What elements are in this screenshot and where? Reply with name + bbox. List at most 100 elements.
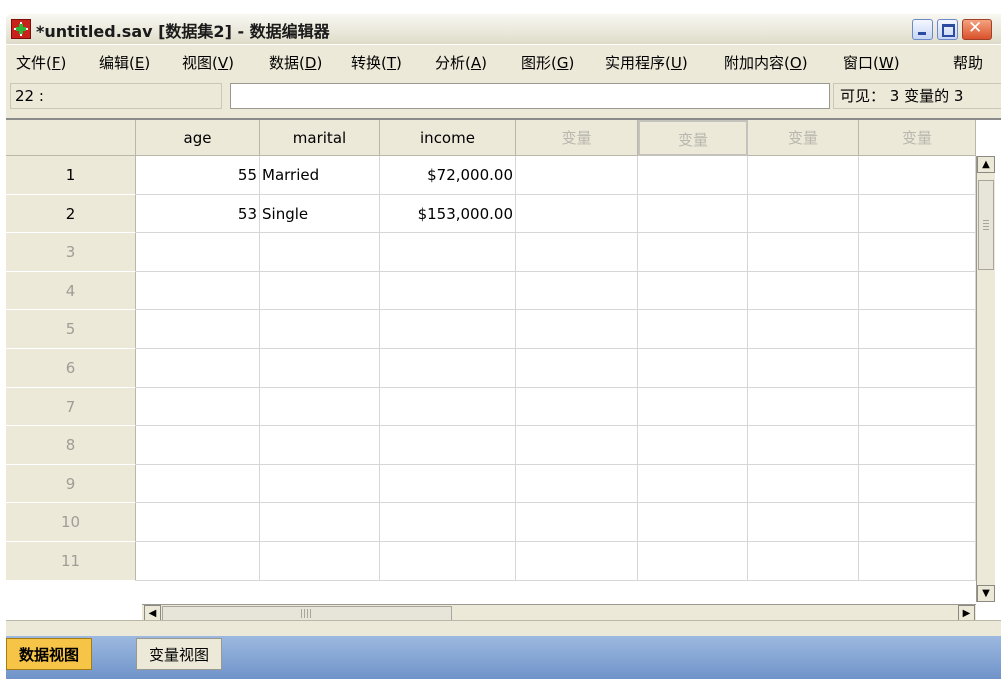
- menu-file[interactable]: 文件(F): [16, 52, 66, 73]
- close-button[interactable]: ✕: [962, 18, 992, 40]
- cell-marital[interactable]: [260, 503, 380, 542]
- cell-marital[interactable]: [260, 464, 380, 504]
- cell-empty[interactable]: [859, 464, 976, 504]
- cell-empty[interactable]: [638, 426, 748, 465]
- cell-empty[interactable]: [748, 426, 859, 465]
- cell-empty[interactable]: [638, 271, 748, 311]
- vertical-scrollbar[interactable]: ▲ ▼: [976, 156, 995, 602]
- cell-empty[interactable]: [516, 349, 638, 388]
- cell-income[interactable]: [380, 464, 516, 504]
- cell-marital[interactable]: [260, 271, 380, 311]
- menu-addons[interactable]: 附加内容(O): [724, 52, 808, 73]
- cell-empty[interactable]: [748, 156, 859, 195]
- cell-empty[interactable]: [638, 349, 748, 388]
- cell-empty[interactable]: [748, 271, 859, 311]
- cell-empty[interactable]: [516, 271, 638, 311]
- cell-empty[interactable]: [859, 310, 976, 349]
- cell-age[interactable]: [136, 310, 260, 349]
- cell-empty[interactable]: [516, 503, 638, 542]
- cell-marital[interactable]: [260, 349, 380, 388]
- row-header[interactable]: 4: [6, 271, 136, 311]
- menu-utilities[interactable]: 实用程序(U): [605, 52, 688, 73]
- grid-corner[interactable]: [6, 120, 136, 156]
- cell-empty[interactable]: [516, 542, 638, 581]
- column-header-empty-variable[interactable]: 变量: [748, 120, 859, 156]
- menu-window[interactable]: 窗口(W): [843, 52, 900, 73]
- cell-empty[interactable]: [748, 387, 859, 427]
- cell-empty[interactable]: [638, 156, 748, 195]
- cell-empty[interactable]: [638, 503, 748, 542]
- cell-empty[interactable]: [859, 194, 976, 234]
- cell-age[interactable]: [136, 387, 260, 427]
- column-header-empty-variable[interactable]: 变量: [859, 120, 976, 156]
- cell-empty[interactable]: [859, 233, 976, 272]
- cell-empty[interactable]: [638, 194, 748, 234]
- cell-empty[interactable]: [748, 349, 859, 388]
- cell-empty[interactable]: [748, 233, 859, 272]
- tab-data-view[interactable]: 数据视图: [6, 638, 93, 670]
- row-header[interactable]: 8: [6, 426, 136, 465]
- cell-empty[interactable]: [516, 464, 638, 504]
- cell-empty[interactable]: [516, 194, 638, 234]
- cell-marital[interactable]: [260, 542, 380, 581]
- cell-marital[interactable]: [260, 310, 380, 349]
- cell-empty[interactable]: [638, 310, 748, 349]
- cell-empty[interactable]: [638, 542, 748, 581]
- row-header[interactable]: 2: [6, 194, 136, 234]
- cell-age[interactable]: [136, 349, 260, 388]
- title-bar[interactable]: *untitled.sav [数据集2] - 数据编辑器 ✕: [6, 14, 1001, 44]
- cell-empty[interactable]: [748, 194, 859, 234]
- cell-empty[interactable]: [859, 542, 976, 581]
- row-header[interactable]: 6: [6, 349, 136, 388]
- cell-empty[interactable]: [859, 156, 976, 195]
- cell-marital[interactable]: [260, 233, 380, 272]
- cell-age[interactable]: [136, 426, 260, 465]
- scroll-down-button[interactable]: ▼: [977, 585, 995, 602]
- scroll-up-button[interactable]: ▲: [977, 156, 995, 173]
- cell-empty[interactable]: [638, 464, 748, 504]
- column-header-marital[interactable]: marital: [260, 120, 380, 156]
- cell-age[interactable]: [136, 271, 260, 311]
- cell-empty[interactable]: [859, 349, 976, 388]
- cell-marital[interactable]: [260, 387, 380, 427]
- cell-value-input[interactable]: [230, 83, 830, 109]
- cell-empty[interactable]: [748, 310, 859, 349]
- column-header-age[interactable]: age: [136, 120, 260, 156]
- cell-income[interactable]: [380, 542, 516, 581]
- cell-income[interactable]: [380, 271, 516, 311]
- cell-empty[interactable]: [638, 387, 748, 427]
- menu-view[interactable]: 视图(V): [182, 52, 234, 73]
- row-header[interactable]: 7: [6, 387, 136, 427]
- row-header[interactable]: 11: [6, 542, 136, 581]
- horizontal-scroll-thumb[interactable]: [162, 606, 452, 621]
- cell-empty[interactable]: [516, 156, 638, 195]
- cell-empty[interactable]: [638, 233, 748, 272]
- cell-income[interactable]: $72,000.00: [380, 156, 516, 195]
- cell-empty[interactable]: [859, 387, 976, 427]
- cell-income[interactable]: [380, 387, 516, 427]
- row-header[interactable]: 5: [6, 310, 136, 349]
- cell-marital[interactable]: Married: [260, 156, 380, 195]
- cell-age[interactable]: [136, 542, 260, 581]
- cell-income[interactable]: [380, 503, 516, 542]
- cell-empty[interactable]: [748, 542, 859, 581]
- cell-empty[interactable]: [859, 503, 976, 542]
- column-header-empty-variable[interactable]: 变量: [516, 120, 638, 156]
- cell-income[interactable]: $153,000.00: [380, 194, 516, 234]
- cell-age[interactable]: [136, 464, 260, 504]
- cell-empty[interactable]: [516, 387, 638, 427]
- row-header[interactable]: 1: [6, 156, 136, 195]
- menu-analyze[interactable]: 分析(A): [435, 52, 487, 73]
- cell-age[interactable]: [136, 233, 260, 272]
- cell-income[interactable]: [380, 426, 516, 465]
- tab-variable-view[interactable]: 变量视图: [136, 638, 223, 670]
- menu-help[interactable]: 帮助: [953, 52, 983, 73]
- cell-empty[interactable]: [516, 426, 638, 465]
- vertical-scroll-thumb[interactable]: [978, 180, 994, 270]
- maximize-button[interactable]: [937, 19, 958, 40]
- menu-transform[interactable]: 转换(T): [351, 52, 402, 73]
- cell-age[interactable]: 53: [136, 194, 260, 234]
- cell-empty[interactable]: [748, 503, 859, 542]
- menu-edit[interactable]: 编辑(E): [99, 52, 150, 73]
- cell-marital[interactable]: [260, 426, 380, 465]
